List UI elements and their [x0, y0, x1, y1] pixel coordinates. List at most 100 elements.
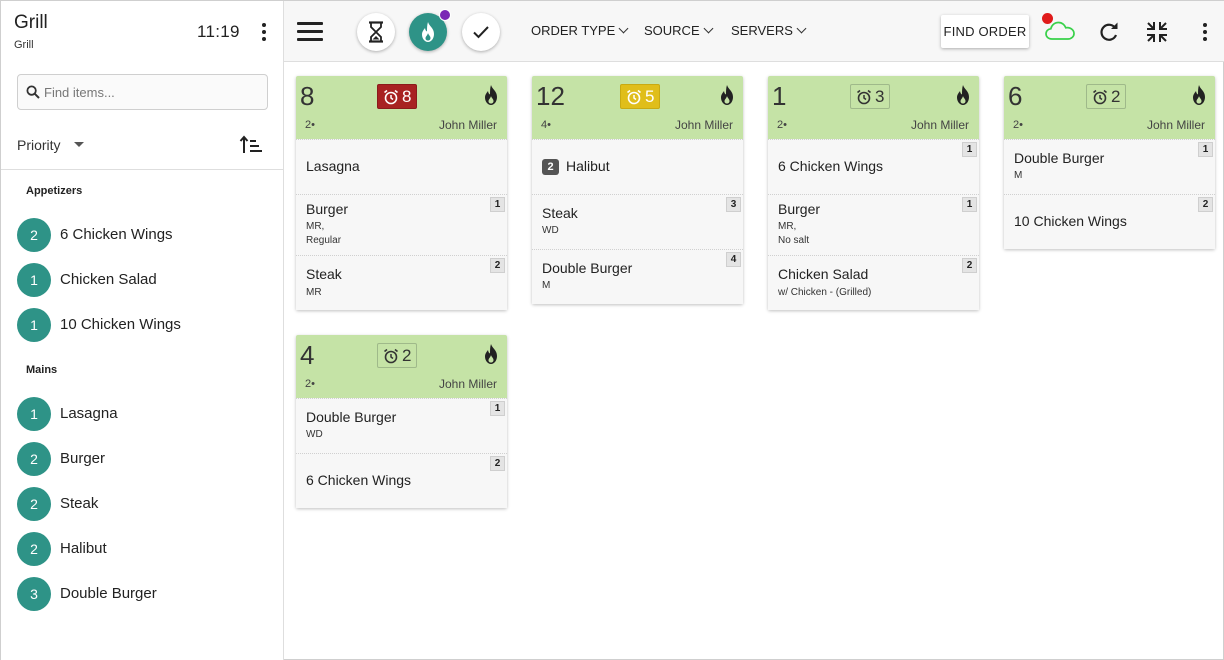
server-name: John Miller — [674, 118, 733, 132]
seat-badge: 1 — [962, 197, 977, 212]
order-line-item[interactable]: 10 Chicken Wings 2 — [1004, 194, 1215, 249]
chevron-down-icon — [618, 23, 629, 34]
item-count-badge: 3 — [17, 577, 51, 611]
list-item[interactable]: 2 6 Chicken Wings — [17, 218, 267, 252]
line-item-name: Steak — [542, 205, 578, 221]
list-item[interactable]: 2 Steak — [17, 487, 267, 521]
timer-value: 5 — [645, 86, 655, 106]
order-card-header: 6 2 2• John Miller — [1004, 76, 1215, 139]
order-card[interactable]: 4 2 2• John Miller Double Burger WD 1 6 … — [296, 335, 507, 508]
item-name: 6 Chicken Wings — [60, 226, 173, 243]
chevron-down-icon — [796, 23, 807, 34]
guest-count: 4• — [541, 119, 551, 131]
item-count-badge: 2 — [17, 532, 51, 566]
line-item-name: Lasagna — [306, 158, 360, 174]
refresh-icon[interactable] — [1097, 20, 1121, 44]
filter-order-type[interactable]: ORDER TYPE — [531, 23, 629, 38]
list-item[interactable]: 2 Halibut — [17, 532, 267, 566]
item-name: Halibut — [60, 540, 107, 557]
section-label-appetizers: Appetizers — [26, 185, 83, 197]
alarm-clock-icon — [1093, 89, 1107, 104]
sidebar: Grill Grill 11:19 Priority — [1, 1, 284, 660]
sidebar-header: Grill Grill 11:19 — [1, 1, 283, 62]
fire-icon — [1193, 85, 1205, 105]
caret-down-icon[interactable] — [74, 142, 84, 147]
order-card[interactable]: 1 3 2• John Miller 6 Chicken Wings 1 Bur… — [768, 76, 979, 310]
order-card-header: 1 3 2• John Miller — [768, 76, 979, 139]
list-item[interactable]: 1 Lasagna — [17, 397, 267, 431]
order-line-item[interactable]: Steak MR 2 — [296, 255, 507, 310]
filter-label: ORDER TYPE — [531, 23, 616, 38]
server-name: John Miller — [438, 118, 497, 132]
order-card-header: 12 5 4• John Miller — [532, 76, 743, 139]
line-item-name: Steak — [306, 266, 342, 282]
order-card[interactable]: 8 8 2• John Miller Lasagna Burger MR, Re… — [296, 76, 507, 310]
order-line-item[interactable]: 6 Chicken Wings 2 — [296, 453, 507, 508]
order-line-item[interactable]: Burger MR, No salt 1 — [768, 194, 979, 255]
line-item-name: Halibut — [566, 158, 610, 174]
server-name: John Miller — [1146, 118, 1205, 132]
item-count-badge: 2 — [17, 218, 51, 252]
pending-orders-button[interactable] — [357, 13, 395, 51]
filter-source[interactable]: SOURCE — [644, 23, 714, 38]
seat-badge: 2 — [490, 258, 505, 273]
check-icon — [473, 26, 489, 39]
completed-orders-button[interactable] — [462, 13, 500, 51]
order-line-item[interactable]: Chicken Salad w/ Chicken - (Grilled) 2 — [768, 255, 979, 310]
order-card[interactable]: 12 5 4• John Miller 2 Halibut Steak WD 3… — [532, 76, 743, 304]
order-number: 8 — [300, 81, 315, 111]
order-line-item[interactable]: Double Burger M 1 — [1004, 139, 1215, 194]
sort-select[interactable]: Priority — [17, 137, 61, 153]
seat-badge: 1 — [962, 142, 977, 157]
line-item-modifier: M — [1014, 170, 1023, 181]
fire-icon — [485, 344, 497, 364]
line-item-name: Double Burger — [1014, 150, 1105, 166]
sort-order-icon[interactable] — [239, 134, 263, 156]
guest-count: 2• — [305, 119, 315, 131]
order-line-item[interactable]: Burger MR, Regular 1 — [296, 194, 507, 255]
more-vert-icon[interactable] — [1195, 20, 1215, 44]
guest-count: 2• — [305, 378, 315, 390]
order-line-item[interactable]: Double Burger WD 1 — [296, 398, 507, 453]
item-count-badge: 1 — [17, 397, 51, 431]
fire-icon — [721, 85, 733, 105]
order-timer: 2 — [377, 343, 418, 368]
item-name: Double Burger — [60, 585, 157, 602]
item-name: Chicken Salad — [60, 271, 157, 288]
list-item[interactable]: 1 10 Chicken Wings — [17, 308, 267, 342]
item-search-box[interactable] — [17, 74, 268, 110]
line-item-name: Chicken Salad — [778, 266, 869, 282]
timer-value: 2 — [1111, 86, 1121, 106]
sync-status[interactable] — [1042, 13, 1076, 43]
seat-badge: 3 — [726, 197, 741, 212]
server-name: John Miller — [438, 377, 497, 391]
order-card-header: 8 8 2• John Miller — [296, 76, 507, 139]
filter-servers[interactable]: SERVERS — [731, 23, 807, 38]
item-name: Steak — [60, 495, 99, 512]
order-line-item[interactable]: 2 Halibut — [532, 139, 743, 194]
seat-badge: 1 — [490, 197, 505, 212]
order-timer: 5 — [620, 84, 661, 109]
more-vert-icon[interactable] — [254, 20, 274, 44]
fire-icon — [422, 22, 434, 42]
station-title: Grill — [14, 12, 48, 33]
notification-dot — [439, 9, 451, 21]
search-input[interactable] — [44, 81, 259, 103]
guest-count: 2• — [777, 119, 787, 131]
order-line-item[interactable]: Lasagna — [296, 139, 507, 194]
order-card[interactable]: 6 2 2• John Miller Double Burger M 1 10 … — [1004, 76, 1215, 249]
item-name: 10 Chicken Wings — [60, 316, 181, 333]
order-line-item[interactable]: Steak WD 3 — [532, 194, 743, 249]
menu-icon[interactable] — [297, 22, 323, 42]
list-item[interactable]: 1 Chicken Salad — [17, 263, 267, 297]
order-number: 12 — [536, 81, 565, 111]
order-line-item[interactable]: 6 Chicken Wings 1 — [768, 139, 979, 194]
offline-dot — [1042, 13, 1053, 24]
collapse-icon[interactable] — [1145, 20, 1169, 44]
line-item-name: Burger — [306, 201, 349, 217]
chevron-down-icon — [703, 23, 714, 34]
find-order-button[interactable]: FIND ORDER — [941, 15, 1029, 48]
list-item[interactable]: 2 Burger — [17, 442, 267, 476]
list-item[interactable]: 3 Double Burger — [17, 577, 267, 611]
order-line-item[interactable]: Double Burger M 4 — [532, 249, 743, 304]
